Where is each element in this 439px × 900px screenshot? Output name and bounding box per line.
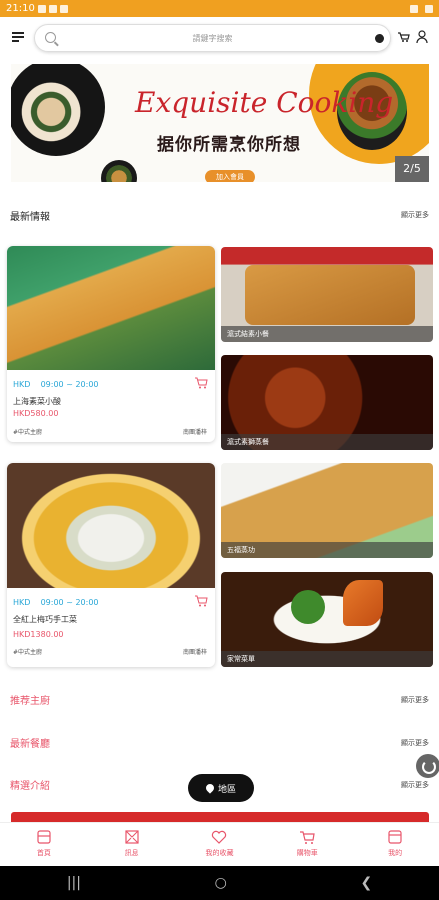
- tab-profile[interactable]: 我的: [351, 823, 439, 866]
- product-name: 上海素菜小酸: [13, 397, 61, 406]
- product-price: HKD1380.00: [13, 630, 64, 639]
- notification-icon: [48, 4, 57, 13]
- status-time: 21:10: [6, 3, 35, 14]
- cart-icon: [300, 831, 315, 844]
- tab-label: 首頁: [36, 849, 51, 857]
- back-icon[interactable]: ❮: [360, 875, 372, 891]
- tile-food-image: [245, 265, 415, 325]
- tab-home[interactable]: 首頁: [0, 823, 88, 866]
- product-shop: 南團潘梓: [182, 649, 207, 656]
- top-bar: 請鍵字搜索: [0, 20, 439, 58]
- show-more-link[interactable]: 顯示更多: [401, 695, 429, 705]
- bottom-tab-bar: 首頁 訊息 我的收藏 購物車 我的: [0, 822, 439, 866]
- home-button-icon[interactable]: ○: [215, 875, 227, 891]
- clear-icon[interactable]: [375, 34, 384, 43]
- user-icon[interactable]: [416, 30, 428, 44]
- battery-icon: [425, 4, 433, 13]
- banner-subtitle: 据你所需烹你所想: [157, 135, 301, 155]
- wifi-icon: [410, 4, 418, 13]
- product-name: 全紅上梅巧手工菜: [13, 615, 77, 624]
- product-image: [7, 463, 215, 588]
- home-icon: [37, 830, 51, 844]
- show-more-link[interactable]: 顯示更多: [401, 210, 429, 220]
- banner-title: Exquisite Cooking: [135, 86, 394, 119]
- notification-icon: [37, 4, 46, 13]
- tab-label: 我的收藏: [205, 849, 234, 857]
- map-button[interactable]: 地區: [188, 774, 254, 802]
- promo-banner[interactable]: Exquisite Cooking 据你所需烹你所想 加入會員 2/5: [11, 64, 429, 182]
- add-to-cart-icon[interactable]: [195, 377, 208, 389]
- add-to-cart-icon[interactable]: [195, 595, 208, 607]
- recipe-tile[interactable]: 家常菜單: [221, 572, 433, 667]
- section-title-latest: 最新情報: [10, 212, 50, 223]
- tab-messages[interactable]: 訊息: [88, 823, 176, 866]
- tab-cart[interactable]: 購物車: [263, 823, 351, 866]
- banner-pager: 2/5: [395, 156, 429, 182]
- profile-icon: [388, 830, 402, 844]
- product-price: HKD580.00: [13, 409, 59, 418]
- map-button-label: 地區: [217, 784, 236, 795]
- tile-food-image: [291, 590, 325, 624]
- tile-label: 滬式結素小餐: [221, 326, 433, 342]
- recipe-tile[interactable]: 滬式結素小餐: [221, 247, 433, 342]
- section-title-restaurants: 最新餐廳: [10, 739, 50, 750]
- refresh-icon[interactable]: [416, 754, 439, 778]
- notification-icon: [59, 4, 68, 13]
- product-hours: HKD 09:00 ~ 20:00: [13, 598, 99, 607]
- tab-label: 訊息: [124, 849, 139, 857]
- banner-dish-image: [11, 64, 105, 156]
- product-category: #中式主廚: [13, 429, 43, 436]
- recents-icon[interactable]: |||: [67, 875, 81, 891]
- heart-icon: [212, 830, 227, 844]
- section-title-featured: 精選介紹: [10, 781, 50, 792]
- product-shop: 南團潘梓: [182, 429, 207, 436]
- recipe-tile[interactable]: 滬式素獅蒸餐: [221, 355, 433, 450]
- tab-favorites[interactable]: 我的收藏: [176, 823, 264, 866]
- status-bar: 21:10: [0, 0, 439, 17]
- tile-label: 五福蒸功: [221, 542, 433, 558]
- product-hours: HKD 09:00 ~ 20:00: [13, 380, 99, 389]
- tile-food-image: [343, 580, 383, 626]
- tile-label: 滬式素獅蒸餐: [221, 434, 433, 450]
- banner-cta-button[interactable]: 加入會員: [205, 170, 255, 182]
- search-input[interactable]: 請鍵字搜索: [34, 24, 391, 52]
- cart-icon[interactable]: [398, 32, 410, 42]
- product-card[interactable]: HKD 09:00 ~ 20:00 上海素菜小酸 HKD580.00 #中式主廚…: [7, 246, 215, 442]
- product-card[interactable]: HKD 09:00 ~ 20:00 全紅上梅巧手工菜 HKD1380.00 #中…: [7, 463, 215, 667]
- tile-label: 家常菜單: [221, 651, 433, 667]
- tab-label: 購物車: [296, 849, 318, 857]
- product-image: [7, 246, 215, 370]
- location-pin-icon: [204, 782, 216, 794]
- tab-label: 我的: [388, 849, 403, 857]
- system-nav-bar: ||| ○ ❮: [0, 866, 439, 900]
- banner-dish-image: [101, 160, 137, 182]
- recipe-tile[interactable]: 五福蒸功: [221, 463, 433, 558]
- section-title-chefs: 推荐主廚: [10, 696, 50, 707]
- show-more-link[interactable]: 顯示更多: [401, 738, 429, 748]
- menu-icon[interactable]: [12, 32, 24, 42]
- mail-icon: [125, 830, 139, 844]
- search-placeholder: 請鍵字搜索: [192, 33, 233, 43]
- show-more-link[interactable]: 顯示更多: [401, 780, 429, 790]
- product-category: #中式主廚: [13, 649, 43, 656]
